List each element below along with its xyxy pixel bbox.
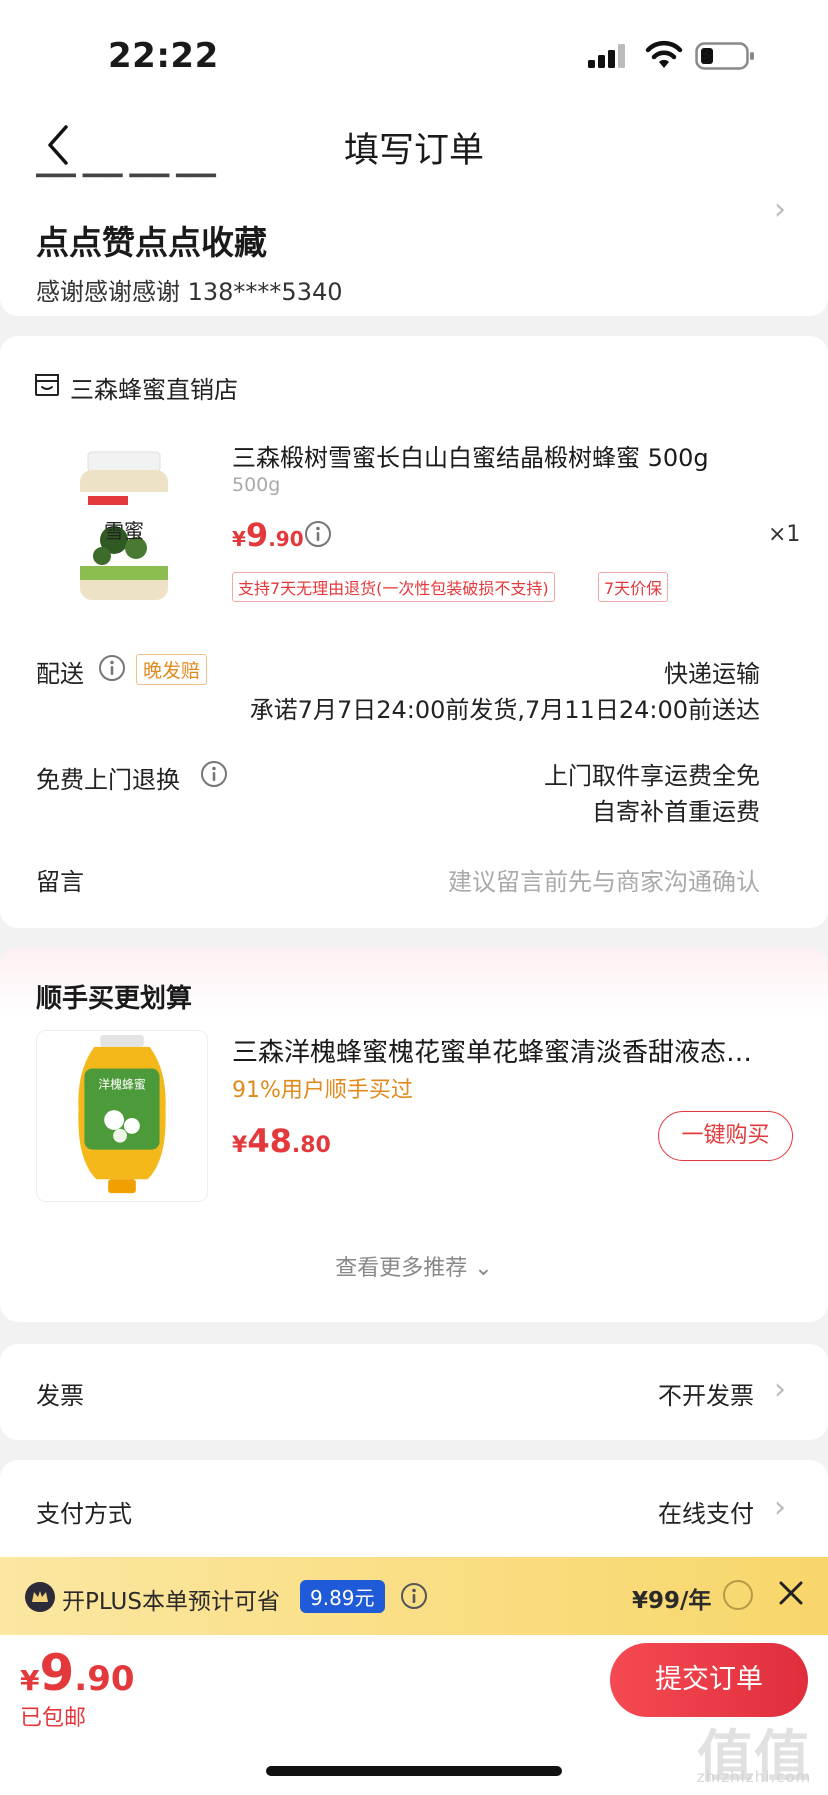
price-info-icon[interactable] xyxy=(304,520,332,548)
delivery-label: 配送 xyxy=(36,660,84,688)
total-price: ¥9.90 xyxy=(20,1644,135,1702)
price-decimal: .90 xyxy=(74,1659,135,1699)
free-return-label: 免费上门退换 xyxy=(36,766,180,794)
page-title: 填写订单 xyxy=(343,131,484,171)
svg-text:洋槐蜂蜜: 洋槐蜂蜜 xyxy=(98,1077,146,1091)
chevron-right-icon: › xyxy=(774,1490,786,1525)
payment-label: 支付方式 xyxy=(36,1500,132,1528)
status-time: 22:22 xyxy=(108,36,219,76)
price-decimal: .80 xyxy=(291,1133,331,1158)
plus-promo-text: 开PLUS本单预计可省 xyxy=(62,1589,280,1615)
home-indicator xyxy=(266,1766,562,1776)
store-icon xyxy=(35,374,59,396)
product-spec: 500g xyxy=(232,474,281,496)
delivery-method[interactable]: 快递运输 xyxy=(664,654,760,689)
product-title[interactable]: 三森椴树雪蜜长白山白蜜结晶椴树蜂蜜 500g xyxy=(232,438,792,473)
chevron-right-icon: › xyxy=(774,1372,786,1407)
payment-value: 在线支付 xyxy=(658,1500,754,1528)
address-contact: 感谢感谢感谢 138****5340 xyxy=(36,278,343,306)
shop-card xyxy=(0,336,828,928)
return-info-icon[interactable] xyxy=(200,760,228,788)
return-line-2: 自寄补首重运费 xyxy=(592,798,760,826)
shop-name[interactable]: 三森蜂蜜直销店 xyxy=(70,370,238,405)
chevron-right-icon: › xyxy=(774,192,786,227)
return-policy-tag: 支持7天无理由退货(一次性包装破损不支持) xyxy=(232,572,555,602)
product-quantity: ×1 xyxy=(768,522,801,547)
more-recommend-link[interactable]: 查看更多推荐 ⌄ xyxy=(0,1250,828,1282)
svg-text:雪蜜: 雪蜜 xyxy=(104,519,144,543)
product-price: ¥9.90 xyxy=(232,516,304,554)
recommend-buy-rate: 91%用户顺手买过 xyxy=(232,1078,413,1103)
one-click-buy-button[interactable]: 一键购买 xyxy=(658,1111,793,1161)
product-image[interactable]: 雪蜜 xyxy=(74,448,174,608)
battery-icon xyxy=(695,42,754,70)
address-name: 点点赞点点收藏 xyxy=(36,223,267,262)
message-label: 留言 xyxy=(36,868,84,896)
invoice-label: 发票 xyxy=(36,1382,84,1410)
cellular-signal-icon xyxy=(588,44,625,68)
price-protect-tag: 7天价保 xyxy=(598,572,669,602)
price-currency: ¥ xyxy=(20,1664,40,1697)
recommend-product-image[interactable]: 洋槐蜂蜜 xyxy=(36,1030,208,1202)
watermark-url: zhizhizhi.com xyxy=(696,1768,812,1786)
close-icon[interactable] xyxy=(776,1578,806,1608)
recommend-title: 顺手买更划算 xyxy=(36,984,193,1014)
price-decimal: .90 xyxy=(268,527,304,551)
price-integer: 9 xyxy=(245,516,269,554)
plus-saving-badge: 9.89元 xyxy=(300,1580,385,1613)
plus-select-radio[interactable] xyxy=(723,1580,753,1610)
message-input[interactable]: 建议留言前先与商家沟通确认 xyxy=(448,862,760,897)
plus-price: ¥99/年 xyxy=(632,1588,712,1614)
delivery-promise: 承诺7月7日24:00前发货,7月11日24:00前送达 xyxy=(249,696,760,724)
submit-order-button[interactable]: 提交订单 xyxy=(610,1643,808,1717)
price-integer: 48 xyxy=(247,1122,292,1160)
recommend-product-name[interactable]: 三森洋槐蜂蜜槐花蜜单花蜂蜜清淡香甜液态… xyxy=(232,1032,788,1069)
return-line-1: 上门取件享运费全免 xyxy=(544,762,760,790)
price-currency: ¥ xyxy=(232,527,246,551)
recommend-price: ¥48.80 xyxy=(232,1122,331,1160)
wifi-icon xyxy=(645,40,683,68)
invoice-value: 不开发票 xyxy=(658,1382,754,1410)
delivery-info-icon[interactable] xyxy=(98,654,126,682)
late-compensation-badge: 晚发赔 xyxy=(136,654,208,685)
address-region-cutoff: ━━━ ━━━ ━━━ ━━━ xyxy=(36,172,366,182)
free-shipping-label: 已包邮 xyxy=(20,1706,87,1731)
plus-crown-icon xyxy=(25,1582,55,1612)
price-currency: ¥ xyxy=(232,1133,248,1158)
plus-info-icon[interactable] xyxy=(400,1582,428,1610)
price-integer: 9 xyxy=(39,1644,75,1702)
